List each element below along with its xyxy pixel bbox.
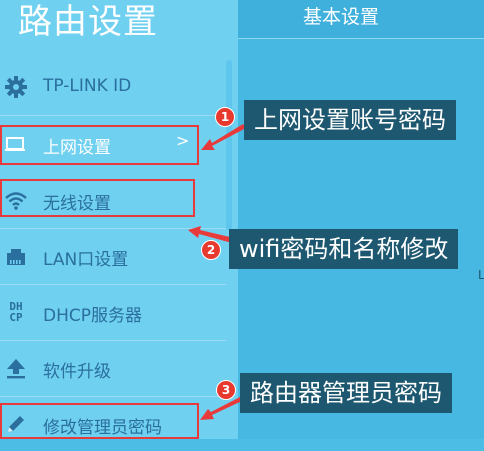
annotation-callout-1: 上网设置账号密码	[244, 100, 456, 140]
annotation-badge-3: 3	[216, 380, 236, 400]
annotation-badge-1: 1	[215, 107, 235, 127]
annotation-callout-2: wifi密码和名称修改	[229, 229, 459, 269]
arrow-3-icon	[200, 396, 244, 420]
arrow-1-icon	[201, 124, 246, 150]
annotation-badge-2: 2	[201, 240, 221, 260]
annotation-callout-3: 路由器管理员密码	[240, 373, 452, 413]
